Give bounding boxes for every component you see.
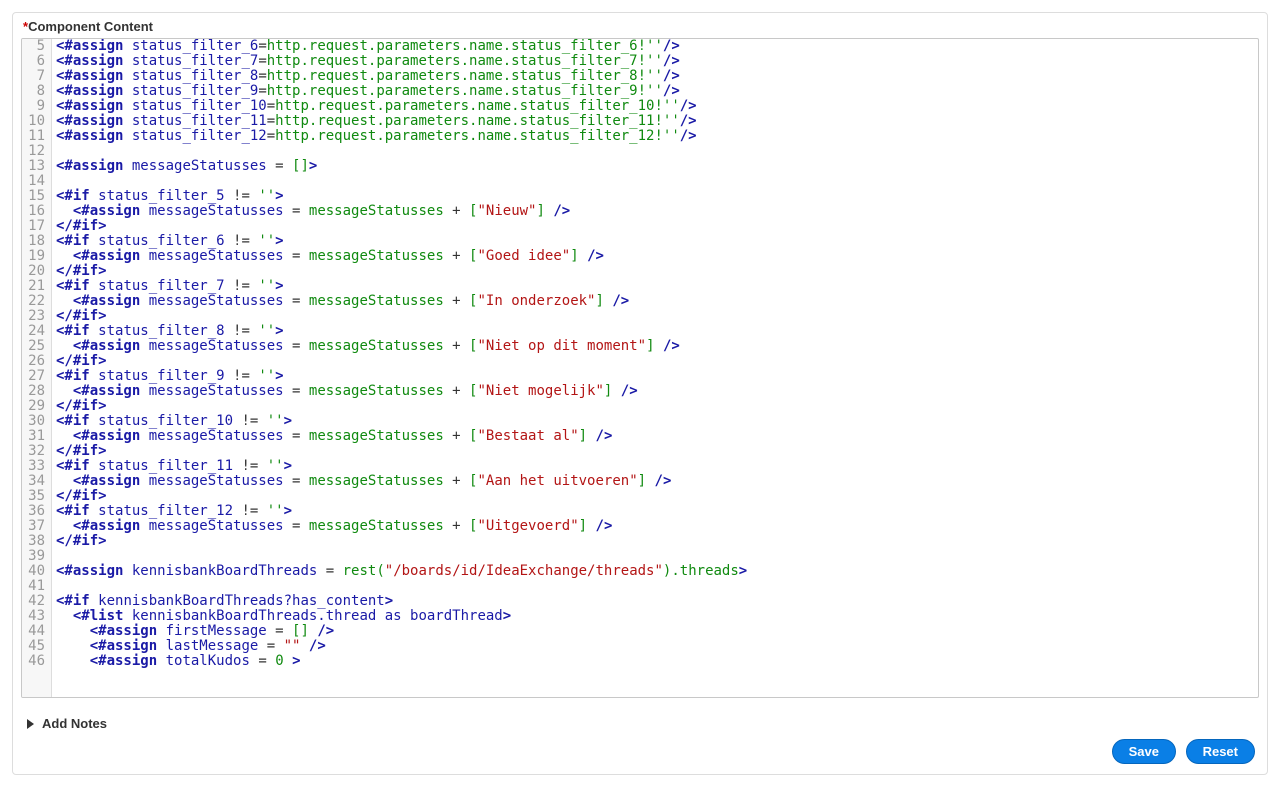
component-content-panel: *Component Content 567891011121314151617…	[12, 12, 1268, 775]
code-line[interactable]: <#assign messageStatusses = messageStatu…	[56, 384, 1254, 399]
code-line[interactable]: <#if status_filter_8 != ''>	[56, 324, 1254, 339]
code-line[interactable]: <#if status_filter_7 != ''>	[56, 279, 1254, 294]
code-line[interactable]: <#assign messageStatusses = messageStatu…	[56, 339, 1254, 354]
section-title: Component Content	[28, 19, 153, 34]
code-line[interactable]: </#if>	[56, 354, 1254, 369]
save-button[interactable]: Save	[1112, 739, 1176, 764]
code-line[interactable]: <#assign messageStatusses = messageStatu…	[56, 204, 1254, 219]
line-number: 10	[26, 114, 45, 129]
line-number: 42	[26, 594, 45, 609]
line-number: 38	[26, 534, 45, 549]
line-number: 46	[26, 654, 45, 669]
code-line[interactable]: <#assign lastMessage = "" />	[56, 639, 1254, 654]
line-number: 41	[26, 579, 45, 594]
line-number: 37	[26, 519, 45, 534]
line-number: 9	[26, 99, 45, 114]
line-number: 5	[26, 39, 45, 54]
line-number: 39	[26, 549, 45, 564]
code-line[interactable]: <#assign status_filter_10=http.request.p…	[56, 99, 1254, 114]
line-number: 43	[26, 609, 45, 624]
code-line[interactable]: <#assign totalKudos = 0 >	[56, 654, 1254, 669]
code-line[interactable]: </#if>	[56, 444, 1254, 459]
disclosure-triangle-icon	[27, 719, 34, 729]
code-area[interactable]: <#assign status_filter_6=http.request.pa…	[52, 39, 1258, 697]
code-line[interactable]: <#assign messageStatusses = messageStatu…	[56, 429, 1254, 444]
line-number: 18	[26, 234, 45, 249]
line-number: 23	[26, 309, 45, 324]
code-line[interactable]	[56, 174, 1254, 189]
line-number: 35	[26, 489, 45, 504]
line-number: 28	[26, 384, 45, 399]
line-number: 15	[26, 189, 45, 204]
line-number: 20	[26, 264, 45, 279]
code-line[interactable]: <#assign messageStatusses = messageStatu…	[56, 294, 1254, 309]
code-line[interactable]: <#if status_filter_6 != ''>	[56, 234, 1254, 249]
line-number: 24	[26, 324, 45, 339]
line-number: 13	[26, 159, 45, 174]
code-line[interactable]: <#if status_filter_9 != ''>	[56, 369, 1254, 384]
line-number: 45	[26, 639, 45, 654]
add-notes-label: Add Notes	[42, 716, 107, 731]
line-number: 36	[26, 504, 45, 519]
code-line[interactable]: <#assign messageStatusses = []>	[56, 159, 1254, 174]
code-line[interactable]: <#assign status_filter_12=http.request.p…	[56, 129, 1254, 144]
line-number: 14	[26, 174, 45, 189]
add-notes-toggle[interactable]: Add Notes	[27, 716, 1259, 731]
reset-button[interactable]: Reset	[1186, 739, 1255, 764]
line-number: 29	[26, 399, 45, 414]
code-line[interactable]: <#assign messageStatusses = messageStatu…	[56, 249, 1254, 264]
code-line[interactable]: </#if>	[56, 489, 1254, 504]
line-number: 17	[26, 219, 45, 234]
section-label: *Component Content	[23, 19, 1259, 34]
code-line[interactable]	[56, 579, 1254, 594]
line-number: 34	[26, 474, 45, 489]
code-line[interactable]: <#if kennisbankBoardThreads?has_content>	[56, 594, 1254, 609]
code-line[interactable]: <#if status_filter_5 != ''>	[56, 189, 1254, 204]
code-line[interactable]: <#list kennisbankBoardThreads.thread as …	[56, 609, 1254, 624]
code-line[interactable]	[56, 549, 1254, 564]
line-number: 30	[26, 414, 45, 429]
line-number: 31	[26, 429, 45, 444]
line-number: 26	[26, 354, 45, 369]
line-number-gutter: 5678910111213141516171819202122232425262…	[22, 39, 52, 697]
code-line[interactable]: <#assign messageStatusses = messageStatu…	[56, 474, 1254, 489]
code-line[interactable]: </#if>	[56, 309, 1254, 324]
line-number: 32	[26, 444, 45, 459]
line-number: 7	[26, 69, 45, 84]
line-number: 33	[26, 459, 45, 474]
line-number: 16	[26, 204, 45, 219]
code-line[interactable]: <#assign kennisbankBoardThreads = rest("…	[56, 564, 1254, 579]
code-line[interactable]: <#assign status_filter_9=http.request.pa…	[56, 84, 1254, 99]
line-number: 11	[26, 129, 45, 144]
code-line[interactable]: <#assign status_filter_8=http.request.pa…	[56, 69, 1254, 84]
code-line[interactable]: </#if>	[56, 534, 1254, 549]
code-line[interactable]: <#assign messageStatusses = messageStatu…	[56, 519, 1254, 534]
line-number: 27	[26, 369, 45, 384]
button-row: Save Reset	[21, 739, 1259, 764]
line-number: 40	[26, 564, 45, 579]
code-line[interactable]: <#assign status_filter_11=http.request.p…	[56, 114, 1254, 129]
code-line[interactable]: <#if status_filter_11 != ''>	[56, 459, 1254, 474]
line-number: 44	[26, 624, 45, 639]
line-number: 8	[26, 84, 45, 99]
line-number: 12	[26, 144, 45, 159]
line-number: 21	[26, 279, 45, 294]
line-number: 6	[26, 54, 45, 69]
code-line[interactable]: <#assign firstMessage = [] />	[56, 624, 1254, 639]
line-number: 19	[26, 249, 45, 264]
code-line[interactable]: <#if status_filter_12 != ''>	[56, 504, 1254, 519]
code-editor[interactable]: 5678910111213141516171819202122232425262…	[21, 38, 1259, 698]
code-line[interactable]: </#if>	[56, 264, 1254, 279]
line-number: 25	[26, 339, 45, 354]
code-line[interactable]: <#assign status_filter_6=http.request.pa…	[56, 39, 1254, 54]
line-number: 22	[26, 294, 45, 309]
code-line[interactable]: </#if>	[56, 399, 1254, 414]
code-line[interactable]: <#if status_filter_10 != ''>	[56, 414, 1254, 429]
code-line[interactable]: <#assign status_filter_7=http.request.pa…	[56, 54, 1254, 69]
code-line[interactable]	[56, 144, 1254, 159]
code-line[interactable]: </#if>	[56, 219, 1254, 234]
